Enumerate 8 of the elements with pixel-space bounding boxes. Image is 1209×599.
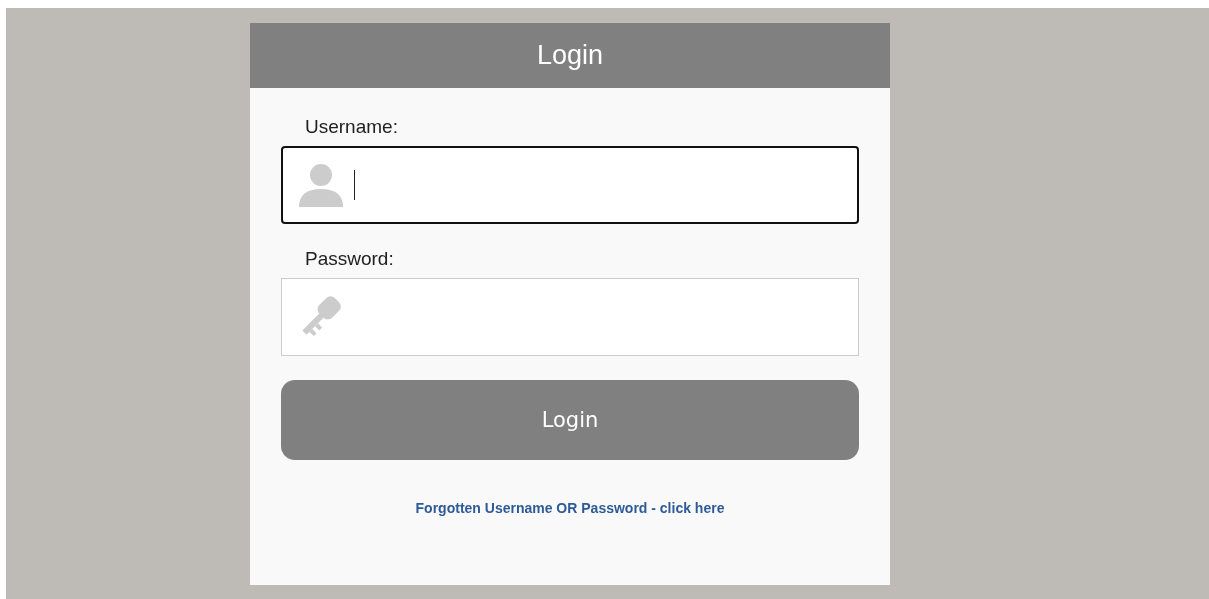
user-icon [296, 163, 346, 207]
forgot-credentials-link[interactable]: Forgotten Username OR Password - click here [415, 500, 725, 516]
field-label: Username: [305, 116, 399, 138]
username-field[interactable] [281, 146, 859, 224]
header-title: Login [536, 40, 604, 71]
password-field[interactable] [281, 278, 859, 356]
field-label: Password: [305, 248, 395, 270]
login-button[interactable]: Login [281, 380, 859, 460]
